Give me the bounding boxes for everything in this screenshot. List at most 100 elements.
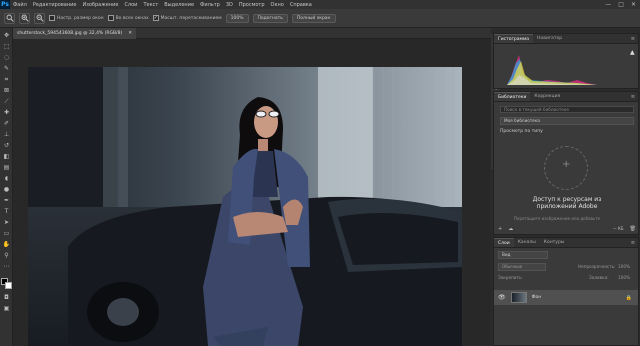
move-tool-icon[interactable]: ✥: [2, 32, 11, 40]
tab-navigator[interactable]: Навигатор: [533, 34, 566, 43]
zoom-100-button[interactable]: 100%: [225, 13, 249, 23]
view-by-type-dropdown[interactable]: Просмотр по типу: [500, 129, 543, 134]
all-windows-label: Во всех окнах: [115, 15, 149, 21]
tab-channels[interactable]: Каналы: [514, 238, 540, 247]
tab-adjustments[interactable]: Коррекция: [530, 92, 564, 101]
zoom-out-icon[interactable]: [34, 12, 45, 24]
crop-tool-icon[interactable]: ⌗: [2, 76, 11, 84]
resize-windows-checkbox[interactable]: Настр. размер окон: [49, 15, 104, 21]
menu-layers[interactable]: Слои: [121, 2, 140, 8]
library-select[interactable]: Моя библиотека: [500, 117, 634, 125]
document-image[interactable]: [28, 67, 462, 346]
libraries-access-title: Доступ к ресурсам из приложений Adobe: [532, 196, 602, 210]
checkbox-box[interactable]: [49, 15, 55, 21]
panel-menu-icon[interactable]: ≡: [631, 94, 638, 100]
fill-screen-button[interactable]: Полный экран: [291, 13, 336, 23]
menu-window[interactable]: Окно: [268, 2, 287, 8]
layers-panel-tabs: Слои Каналы Контуры ≡: [494, 238, 638, 248]
blur-tool-icon[interactable]: ◖: [2, 175, 11, 183]
zoom-in-icon[interactable]: [19, 12, 30, 24]
libraries-hint: Перетащите изображение или добавьте: [514, 216, 600, 221]
path-selection-tool-icon[interactable]: ➤: [2, 219, 11, 227]
minimize-button[interactable]: —: [605, 1, 611, 8]
menu-help[interactable]: Справка: [287, 2, 315, 8]
tab-histogram[interactable]: Гистограмма: [494, 34, 534, 43]
trash-icon[interactable]: 🗑: [630, 226, 636, 232]
visibility-eye-icon[interactable]: 👁: [498, 294, 506, 301]
layers-panel: Слои Каналы Контуры ≡ Вид Обычные Непроз…: [493, 237, 639, 346]
fit-screen-button[interactable]: Подогнать: [252, 13, 288, 23]
window-controls: — □ ✕: [605, 1, 640, 8]
layer-filter-dropdown[interactable]: Вид: [498, 251, 548, 259]
opacity-value[interactable]: 100%: [618, 264, 630, 269]
document-tab[interactable]: shutterstock_594543608.jpg @ 32,4% (RGB/…: [13, 28, 137, 39]
all-windows-checkbox[interactable]: Во всех окнах: [107, 15, 149, 21]
tools-panel: ✥ ⬚ ◌ ✎ ⌗ ⊠ ⟋ ✚ ✐ ⊥ ↺ ◧ ▤ ◖ ● ✒ T ➤ ▭ ✋ …: [0, 28, 13, 346]
pen-tool-icon[interactable]: ✒: [2, 197, 11, 205]
history-brush-tool-icon[interactable]: ↺: [2, 142, 11, 150]
cloud-icon[interactable]: ☁: [508, 226, 513, 232]
libraries-panel: Библиотеки Коррекция ≡ Поиск в текущей б…: [493, 91, 639, 235]
menu-file[interactable]: Файл: [10, 2, 30, 8]
type-tool-icon[interactable]: T: [2, 208, 11, 216]
document-tab-bar: shutterstock_594543608.jpg @ 32,4% (RGB/…: [13, 28, 491, 39]
blend-mode-dropdown[interactable]: Обычные: [498, 263, 546, 271]
menu-bar: Ps Файл Редактирование Изображение Слои …: [0, 0, 640, 9]
screen-mode-icon[interactable]: ▣: [2, 305, 11, 313]
background-color-swatch[interactable]: [5, 282, 12, 289]
menu-edit[interactable]: Редактирование: [30, 2, 80, 8]
tab-layers[interactable]: Слои: [494, 238, 514, 247]
plus-icon: +: [562, 159, 571, 170]
menu-3d[interactable]: 3D: [223, 2, 236, 8]
rectangle-tool-icon[interactable]: ▭: [2, 230, 11, 238]
panel-menu-icon[interactable]: ≡: [631, 36, 638, 42]
layer-name[interactable]: Фон: [532, 295, 542, 300]
marquee-tool-icon[interactable]: ⬚: [2, 43, 11, 51]
dodge-tool-icon[interactable]: ●: [2, 186, 11, 194]
lasso-tool-icon[interactable]: ◌: [2, 54, 11, 62]
histogram-panel: Гистограмма Навигатор ≡ ▲: [493, 33, 639, 89]
zoom-tool-icon[interactable]: [4, 12, 15, 24]
close-window-button[interactable]: ✕: [631, 1, 636, 8]
tab-libraries[interactable]: Библиотеки: [494, 92, 531, 101]
fill-label: Заливка:: [589, 275, 609, 280]
zoom-tool-sidebar-icon[interactable]: ⚲: [2, 252, 11, 260]
layer-row-background[interactable]: 👁 Фон 🔒: [494, 290, 638, 305]
add-element-icon[interactable]: +: [498, 226, 502, 232]
quick-mask-icon[interactable]: ◘: [2, 294, 11, 302]
scrubby-zoom-label: Масшт. перетаскиванием: [160, 15, 222, 21]
lock-label: Закрепить:: [498, 275, 523, 280]
frame-tool-icon[interactable]: ⊠: [2, 87, 11, 95]
menu-type[interactable]: Текст: [140, 2, 161, 8]
menu-view[interactable]: Просмотр: [236, 2, 268, 8]
scrubby-zoom-checkbox[interactable]: ✓ Масшт. перетаскиванием: [152, 15, 222, 21]
eraser-tool-icon[interactable]: ◧: [2, 153, 11, 161]
library-size: — КБ: [612, 226, 624, 231]
histogram-warning-icon[interactable]: ▲: [630, 49, 635, 56]
menu-filter[interactable]: Фильтр: [197, 2, 223, 8]
tab-paths[interactable]: Контуры: [540, 238, 569, 247]
eyedropper-tool-icon[interactable]: ⟋: [2, 98, 11, 106]
brush-tool-icon[interactable]: ✐: [2, 120, 11, 128]
maximize-button[interactable]: □: [618, 1, 624, 8]
menu-image[interactable]: Изображение: [79, 2, 121, 8]
panel-menu-icon[interactable]: ≡: [631, 240, 638, 246]
color-swatches[interactable]: [1, 278, 12, 289]
checkbox-box[interactable]: [107, 15, 114, 21]
quick-selection-tool-icon[interactable]: ✎: [2, 65, 11, 73]
library-search-input[interactable]: Поиск в текущей библиотеке: [500, 106, 634, 113]
fill-value[interactable]: 100%: [618, 275, 630, 280]
gradient-tool-icon[interactable]: ▤: [2, 164, 11, 172]
layer-thumbnail: [510, 292, 527, 303]
photoshop-logo-icon[interactable]: Ps: [0, 0, 10, 9]
menu-select[interactable]: Выделение: [161, 2, 197, 8]
close-tab-icon[interactable]: ✕: [128, 31, 132, 36]
hand-tool-icon[interactable]: ✋: [2, 241, 11, 249]
libraries-footer: + ☁ — КБ 🗑: [498, 224, 636, 233]
clone-stamp-tool-icon[interactable]: ⊥: [2, 131, 11, 139]
checkmark-icon[interactable]: ✓: [152, 15, 159, 21]
more-tools-icon[interactable]: ⋯: [2, 263, 11, 271]
healing-brush-tool-icon[interactable]: ✚: [2, 109, 11, 117]
histogram-graph: [507, 55, 597, 85]
add-content-circle[interactable]: +: [544, 146, 588, 190]
